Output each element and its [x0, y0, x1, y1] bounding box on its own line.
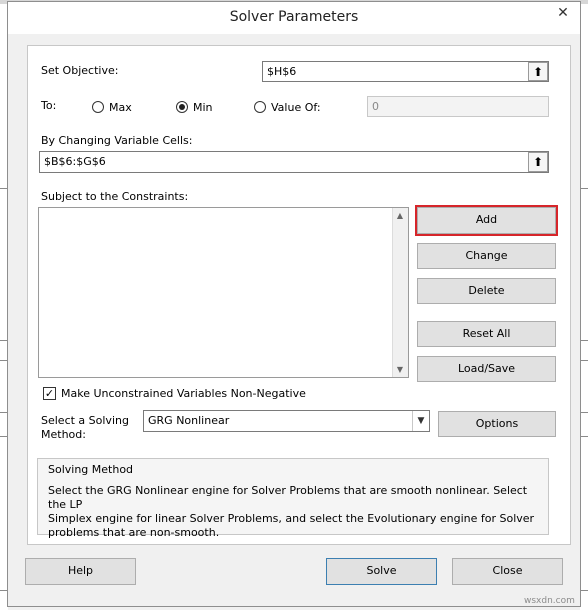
grid-line	[580, 412, 588, 413]
dialog-title: Solver Parameters	[229, 9, 359, 25]
scroll-down-icon[interactable]: ▼	[392, 365, 408, 374]
solving-method-info-line3: problems that are non-smooth.	[48, 526, 220, 539]
close-icon[interactable]: ✕	[547, 2, 579, 24]
solving-method-info-title: Solving Method	[48, 463, 134, 476]
changing-cells-collapse-icon[interactable]: ⬆	[528, 152, 548, 172]
set-objective-collapse-icon[interactable]: ⬆	[528, 62, 548, 81]
constraints-list[interactable]	[38, 207, 409, 378]
value-of-value: 0	[372, 100, 379, 113]
change-constraint-button[interactable]: Change	[417, 243, 556, 269]
grid-line	[580, 340, 588, 341]
solving-method-label-line1: Select a Solving	[41, 414, 129, 427]
solving-method-info-text: Select the GRG Nonlinear engine for Solv…	[48, 484, 546, 540]
changing-cells-input[interactable]: $B$6:$G$6	[39, 151, 549, 173]
constraints-label: Subject to the Constraints:	[41, 190, 189, 203]
min-radio-label[interactable]: Min	[193, 101, 213, 114]
chevron-down-icon[interactable]: ▼	[412, 411, 429, 431]
max-radio[interactable]	[92, 101, 104, 113]
options-button[interactable]: Options	[438, 411, 556, 437]
max-radio-label[interactable]: Max	[109, 101, 132, 114]
solving-method-info-line1: Select the GRG Nonlinear engine for Solv…	[48, 484, 528, 511]
constraints-scrollbar[interactable]	[392, 208, 408, 377]
solving-method-label-line2: Method:	[41, 428, 86, 441]
grid-line	[580, 360, 588, 361]
value-of-input[interactable]: 0	[367, 96, 549, 117]
solving-method-info-line2: Simplex engine for linear Solver Problem…	[48, 512, 535, 525]
scroll-up-icon[interactable]: ▲	[392, 211, 408, 220]
delete-constraint-button[interactable]: Delete	[417, 278, 556, 304]
grid-line	[580, 188, 588, 189]
solve-button[interactable]: Solve	[326, 558, 437, 585]
help-button[interactable]: Help	[25, 558, 136, 585]
spreadsheet-background-right	[580, 0, 588, 610]
grid-line	[580, 436, 588, 437]
value-of-radio[interactable]	[254, 101, 266, 113]
min-radio[interactable]	[176, 101, 188, 113]
add-constraint-button[interactable]: Add	[415, 205, 558, 236]
changing-cells-label: By Changing Variable Cells:	[41, 134, 193, 147]
set-objective-value: $H$6	[267, 65, 297, 78]
nonnegative-checkbox[interactable]: ✓	[43, 387, 56, 400]
solving-method-select[interactable]: GRG Nonlinear	[143, 410, 430, 432]
solving-method-value: GRG Nonlinear	[148, 414, 230, 427]
to-label: To:	[41, 99, 57, 112]
reset-all-button[interactable]: Reset All	[417, 321, 556, 347]
grid-line	[580, 590, 588, 591]
load-save-button[interactable]: Load/Save	[417, 356, 556, 382]
changing-cells-value: $B$6:$G$6	[44, 155, 106, 168]
set-objective-input[interactable]: $H$6	[262, 61, 549, 82]
watermark: wsxdn.com	[524, 596, 575, 606]
checkmark-icon: ✓	[44, 387, 55, 400]
nonnegative-label[interactable]: Make Unconstrained Variables Non-Negativ…	[61, 387, 306, 400]
value-of-radio-label[interactable]: Value Of:	[271, 101, 321, 114]
set-objective-label: Set Objective:	[41, 64, 119, 77]
close-button[interactable]: Close	[452, 558, 563, 585]
